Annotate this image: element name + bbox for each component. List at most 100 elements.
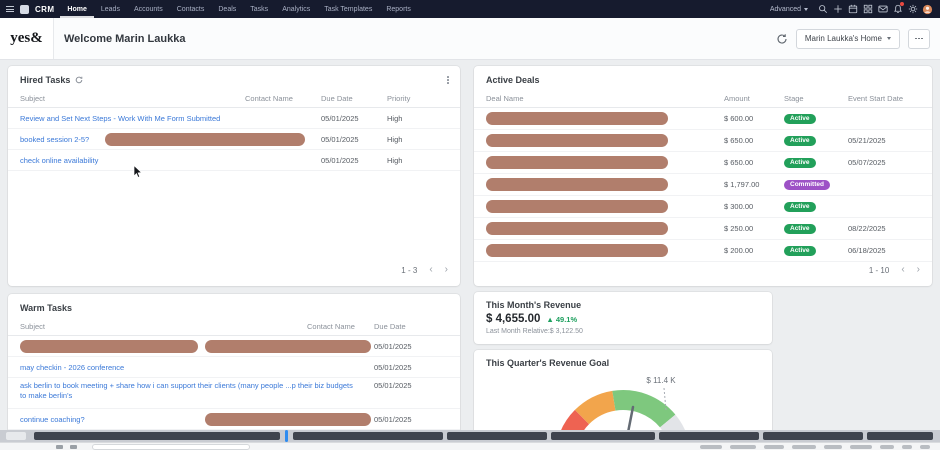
table-row[interactable]: $ 250.00 Active 08/22/2025 [474, 218, 932, 240]
chevron-left-icon[interactable]: ‹ [429, 265, 432, 275]
warm-tasks-card: Warm Tasks Subject Contact Name Due Date… [8, 294, 460, 444]
toolbar-item[interactable] [764, 445, 784, 449]
nav-item-reports[interactable]: Reports [379, 0, 418, 18]
chevron-down-icon [887, 37, 891, 40]
table-row[interactable]: $ 650.00 Active 05/07/2025 [474, 152, 932, 174]
dashboard-selector[interactable]: Marin Laukka's Home [795, 28, 900, 49]
task-subject-link[interactable]: booked session 2-5? [20, 135, 97, 144]
timeline-thumbnail[interactable] [34, 432, 280, 440]
stage-badge: Active [784, 223, 816, 234]
redaction-blob [486, 156, 668, 169]
active-deals-card: Active Deals Deal Name Amount Stage Even… [474, 66, 932, 286]
task-subject-link[interactable]: Review and Set Next Steps - Work With Me… [20, 114, 228, 123]
table-row[interactable]: continue coaching? 05/01/2025 [8, 409, 460, 430]
chevron-left-icon[interactable]: ‹ [901, 265, 904, 275]
add-icon[interactable] [831, 0, 844, 18]
nav-item-contacts[interactable]: Contacts [170, 0, 212, 18]
page-range: 1 - 10 [868, 265, 890, 275]
priority-cell: High [387, 155, 403, 165]
table-row[interactable]: booked session 2-5? 05/01/2025 High [8, 129, 460, 150]
redaction-blob [486, 244, 668, 257]
amount-cell: $ 600.00 [724, 114, 754, 123]
task-subject-link[interactable]: may checkin - 2026 conference [20, 363, 132, 372]
search-icon[interactable] [816, 0, 829, 18]
task-subject-link[interactable]: ask berlin to book meeting + share how i… [20, 381, 365, 401]
timeline-thumbnail[interactable] [659, 432, 759, 440]
more-icon[interactable] [908, 28, 930, 49]
column-priority: Priority [387, 94, 411, 103]
calendar-icon[interactable] [846, 0, 859, 18]
task-subject-link[interactable]: continue coaching? [20, 415, 93, 424]
stage-badge: Active [784, 113, 816, 124]
table-row[interactable]: $ 650.00 Active 05/21/2025 [474, 130, 932, 152]
table-row[interactable]: check online availability 05/01/2025 Hig… [8, 150, 460, 171]
task-subject-link[interactable]: check online availability [20, 156, 106, 165]
advanced-dropdown[interactable]: Advanced [770, 6, 808, 13]
toolbar-icon[interactable] [70, 445, 77, 449]
nav-item-analytics[interactable]: Analytics [275, 0, 317, 18]
sync-icon[interactable] [75, 76, 83, 84]
company-logo: yes& [0, 18, 54, 59]
nav-item-accounts[interactable]: Accounts [127, 0, 170, 18]
amount-cell: $ 650.00 [724, 158, 754, 167]
toolbar-item[interactable] [920, 445, 930, 449]
crm-logo-icon[interactable] [20, 4, 29, 14]
user-avatar[interactable] [921, 0, 934, 18]
timeline-thumbnail[interactable] [293, 432, 443, 440]
table-row[interactable]: $ 1,797.00 Committed [474, 174, 932, 196]
timeline-thumbnail[interactable] [551, 432, 655, 440]
toolbar-item[interactable] [824, 445, 842, 449]
revenue-value: $ 4,655.00 [486, 313, 541, 325]
column-due-date: Due Date [374, 322, 406, 331]
table-row[interactable]: Review and Set Next Steps - Work With Me… [8, 108, 460, 129]
priority-cell: High [387, 113, 403, 123]
timeline-scrubber[interactable] [0, 430, 940, 442]
redaction-blob [486, 134, 668, 147]
chevron-right-icon[interactable]: › [445, 265, 448, 275]
toolbar-item[interactable] [902, 445, 912, 449]
nav-item-tasks[interactable]: Tasks [243, 0, 275, 18]
timeline-thumbnail[interactable] [867, 432, 933, 440]
toolbar-item[interactable] [730, 445, 756, 449]
mail-icon[interactable] [876, 0, 889, 18]
toolbar-item[interactable] [792, 445, 816, 449]
notification-dot [900, 2, 904, 6]
table-row[interactable]: $ 200.00 Active 06/18/2025 [474, 240, 932, 262]
refresh-icon[interactable] [776, 33, 788, 45]
chevron-right-icon[interactable]: › [917, 265, 920, 275]
nav-item-leads[interactable]: Leads [94, 0, 127, 18]
toolbar-item[interactable] [880, 445, 894, 449]
timeline-thumbnail[interactable] [763, 432, 863, 440]
smart-chat-input[interactable] [92, 444, 250, 450]
kebab-menu-icon[interactable] [447, 76, 449, 84]
column-event-start-date: Event Start Date [848, 94, 904, 103]
bell-icon[interactable] [891, 0, 904, 18]
nav-item-home[interactable]: Home [60, 0, 93, 18]
nav-item-task-templates[interactable]: Task Templates [317, 0, 379, 18]
brand-label: CRM [35, 4, 55, 14]
table-row[interactable]: $ 300.00 Active [474, 196, 932, 218]
nav-item-deals[interactable]: Deals [211, 0, 243, 18]
playhead-handle[interactable] [285, 430, 288, 442]
amount-cell: $ 300.00 [724, 202, 754, 211]
gauge-marker-label: $ 11.4 K [646, 376, 676, 385]
timeline-thumbnail[interactable] [447, 432, 547, 440]
table-row[interactable]: ask berlin to book meeting + share how i… [8, 378, 460, 409]
amount-cell: $ 1,797.00 [724, 180, 760, 189]
table-row[interactable]: $ 600.00 Active [474, 108, 932, 130]
month-revenue-card: This Month's Revenue $ 4,655.00 ▲ 49.1% … [474, 292, 772, 344]
apps-grid-icon[interactable] [861, 0, 874, 18]
toolbar-item[interactable] [700, 445, 722, 449]
table-row[interactable]: 05/01/2025 [8, 336, 460, 357]
redaction-blob [20, 339, 198, 353]
toolbar-icon[interactable] [56, 445, 63, 449]
redaction-blob [486, 112, 668, 125]
table-row[interactable]: may checkin - 2026 conference 05/01/2025 [8, 357, 460, 378]
due-date-cell: 05/01/2025 [321, 155, 359, 165]
settings-icon[interactable] [906, 0, 919, 18]
toolbar-item[interactable] [850, 445, 872, 449]
due-date-cell: 05/01/2025 [374, 414, 412, 424]
menu-icon[interactable] [6, 6, 14, 12]
due-date-cell: 05/01/2025 [374, 362, 412, 372]
chevron-down-icon [804, 7, 808, 11]
